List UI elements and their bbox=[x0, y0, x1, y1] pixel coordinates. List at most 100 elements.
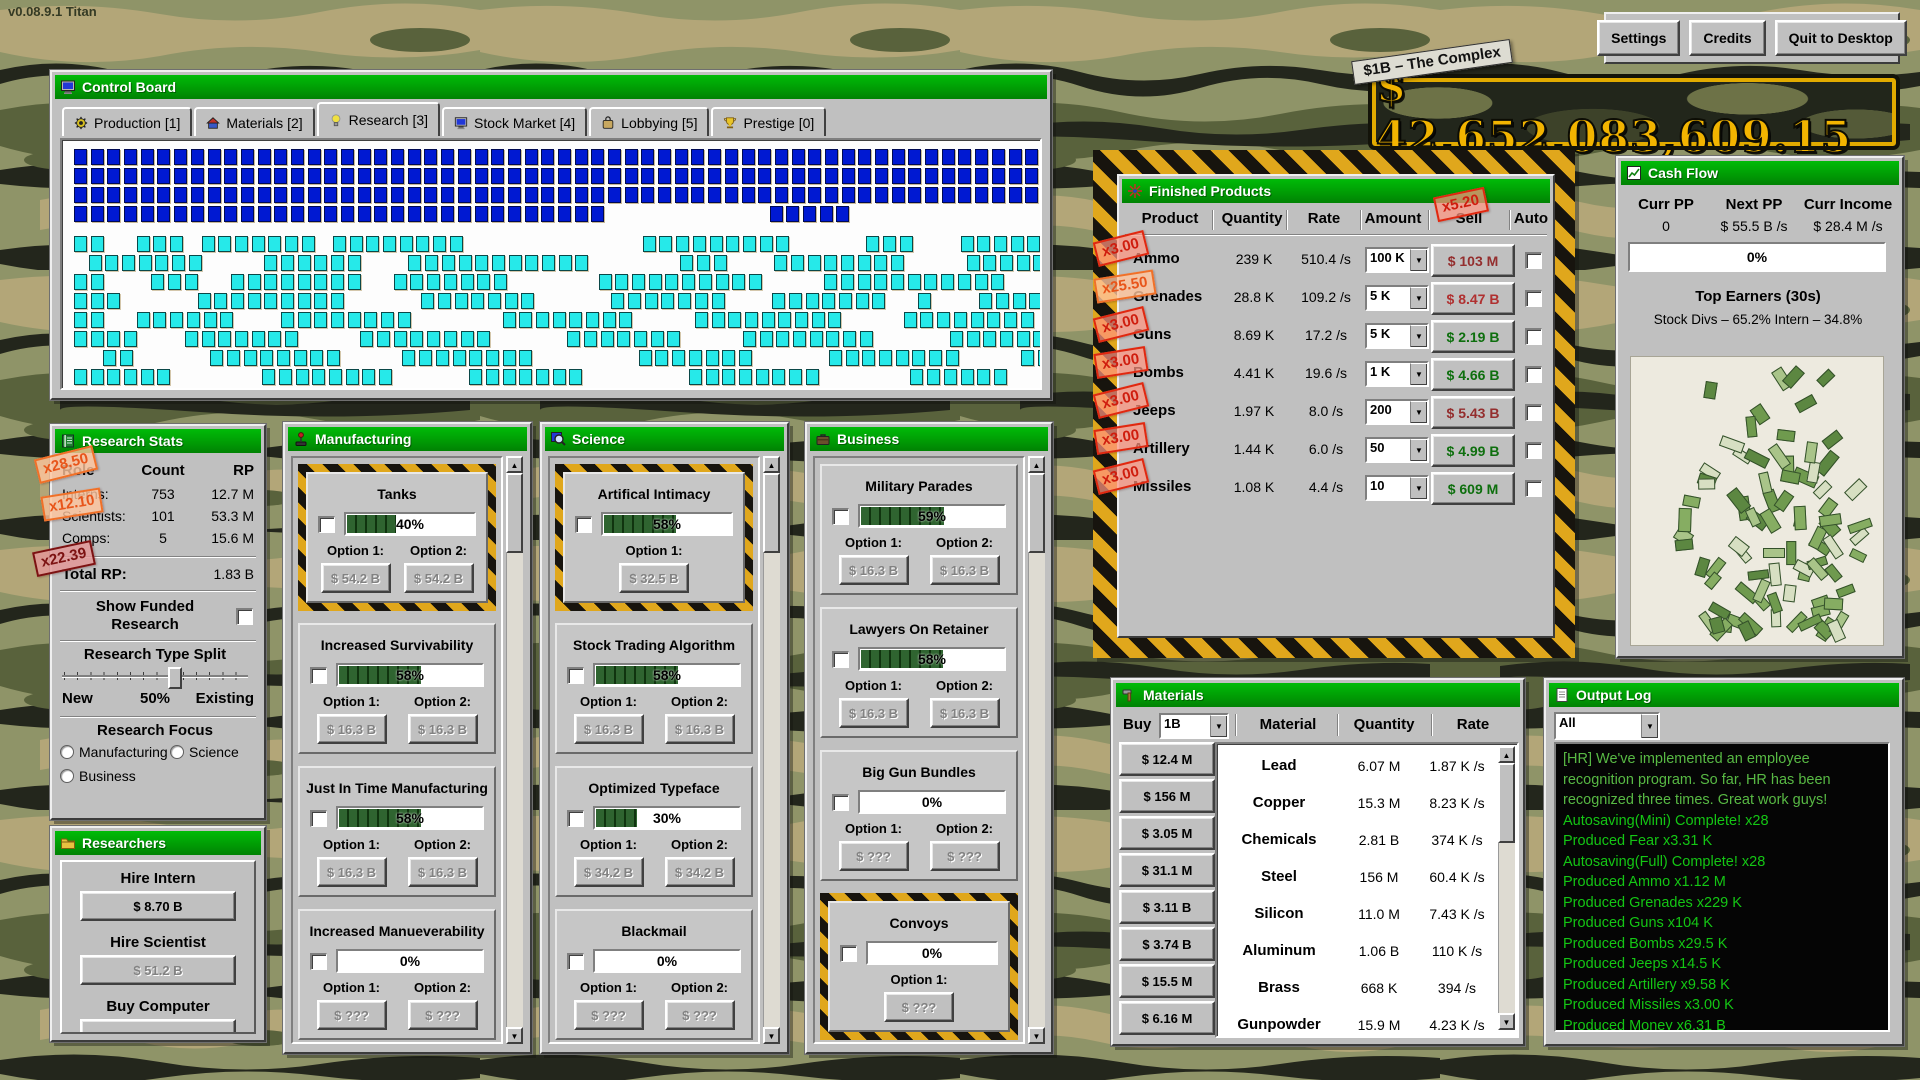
amount-dropdown[interactable]: 50▼ bbox=[1365, 437, 1429, 463]
research-item-checkbox[interactable] bbox=[567, 810, 584, 827]
amount-dropdown[interactable]: 5 K▼ bbox=[1365, 285, 1429, 311]
research-item-checkbox[interactable] bbox=[567, 667, 584, 684]
amount-dropdown[interactable]: 10▼ bbox=[1365, 475, 1429, 501]
option-buy-button[interactable]: $ 16.3 B bbox=[408, 714, 478, 744]
scroll-up-arrow[interactable]: ▲ bbox=[1498, 746, 1515, 763]
amount-dropdown[interactable]: 100 K▼ bbox=[1365, 247, 1429, 273]
tab-research[interactable]: Research [3] bbox=[317, 102, 440, 136]
option-buy-button[interactable]: $ 16.3 B bbox=[408, 857, 478, 887]
focus-option-business[interactable]: Business bbox=[60, 768, 136, 784]
research-item-checkbox[interactable] bbox=[832, 794, 849, 811]
sell-button[interactable]: $ 103 M bbox=[1431, 244, 1515, 277]
buy-material-button[interactable]: $ 31.1 M bbox=[1119, 853, 1215, 887]
option-buy-button[interactable]: $ 16.3 B bbox=[930, 555, 1000, 585]
auto-sell-checkbox[interactable] bbox=[1525, 290, 1542, 307]
option-buy-button[interactable]: $ ??? bbox=[317, 1000, 387, 1030]
sell-button[interactable]: $ 8.47 B bbox=[1431, 282, 1515, 315]
buy-material-button[interactable]: $ 156 M bbox=[1119, 779, 1215, 813]
research-item-checkbox[interactable] bbox=[575, 516, 592, 533]
show-funded-checkbox[interactable] bbox=[236, 608, 253, 625]
scroll-down-arrow[interactable]: ▼ bbox=[763, 1027, 780, 1044]
scroll-down-arrow[interactable]: ▼ bbox=[1498, 1013, 1515, 1030]
sell-button[interactable]: $ 4.99 B bbox=[1431, 434, 1515, 467]
settings-button[interactable]: Settings bbox=[1597, 20, 1680, 56]
research-item-checkbox[interactable] bbox=[832, 651, 849, 668]
option-buy-button[interactable]: $ 16.3 B bbox=[317, 857, 387, 887]
scrollbar[interactable]: ▲▼ bbox=[1498, 746, 1515, 1030]
option-buy-button[interactable]: $ 54.2 B bbox=[404, 563, 474, 593]
credits-button[interactable]: Credits bbox=[1689, 20, 1765, 56]
buy-material-button[interactable]: $ 12.4 M bbox=[1119, 742, 1215, 776]
tab-prestige[interactable]: Prestige [0] bbox=[711, 107, 826, 136]
chevron-down-icon[interactable]: ▼ bbox=[1210, 715, 1227, 737]
radio-icon[interactable] bbox=[170, 745, 184, 759]
option-buy-button[interactable]: $ 34.2 B bbox=[574, 857, 644, 887]
quit-to-desktop-button[interactable]: Quit to Desktop bbox=[1775, 20, 1907, 56]
scrollbar[interactable]: ▲▼ bbox=[763, 456, 780, 1044]
tab-stock[interactable]: Stock Market [4] bbox=[442, 107, 587, 136]
log-filter-dropdown[interactable]: All ▼ bbox=[1554, 712, 1660, 740]
chevron-down-icon[interactable]: ▼ bbox=[1410, 363, 1427, 385]
scroll-up-arrow[interactable]: ▲ bbox=[763, 456, 780, 473]
chevron-down-icon[interactable]: ▼ bbox=[1410, 477, 1427, 499]
auto-sell-checkbox[interactable] bbox=[1525, 252, 1542, 269]
scroll-up-arrow[interactable]: ▲ bbox=[1028, 456, 1045, 473]
research-item-checkbox[interactable] bbox=[567, 953, 584, 970]
amount-dropdown[interactable]: 5 K▼ bbox=[1365, 323, 1429, 349]
scroll-thumb[interactable] bbox=[1498, 763, 1515, 843]
scroll-thumb[interactable] bbox=[763, 473, 780, 553]
scroll-down-arrow[interactable]: ▼ bbox=[1028, 1027, 1045, 1044]
chevron-down-icon[interactable]: ▼ bbox=[1410, 287, 1427, 309]
scrollbar[interactable]: ▲▼ bbox=[1028, 456, 1045, 1044]
focus-option-science[interactable]: Science bbox=[170, 744, 239, 760]
research-item-checkbox[interactable] bbox=[318, 516, 335, 533]
scroll-up-arrow[interactable]: ▲ bbox=[506, 456, 523, 473]
option-buy-button[interactable]: $ ??? bbox=[665, 1000, 735, 1030]
hire-intern-button[interactable]: $ 8.70 B bbox=[80, 891, 236, 921]
research-item-checkbox[interactable] bbox=[832, 508, 849, 525]
option-buy-button[interactable]: $ 16.3 B bbox=[317, 714, 387, 744]
slider-thumb[interactable] bbox=[168, 667, 182, 689]
scroll-thumb[interactable] bbox=[506, 473, 523, 553]
tab-materials[interactable]: Materials [2] bbox=[194, 107, 314, 136]
buy-material-button[interactable]: $ 3.05 M bbox=[1119, 816, 1215, 850]
option-buy-button[interactable]: $ ??? bbox=[839, 841, 909, 871]
tab-production[interactable]: Production [1] bbox=[62, 107, 192, 136]
option-buy-button[interactable]: $ 34.2 B bbox=[665, 857, 735, 887]
buy-material-button[interactable]: $ 3.11 B bbox=[1119, 890, 1215, 924]
auto-sell-checkbox[interactable] bbox=[1525, 480, 1542, 497]
buy-amount-dropdown[interactable]: 1B ▼ bbox=[1159, 713, 1229, 739]
research-item-checkbox[interactable] bbox=[310, 667, 327, 684]
option-buy-button[interactable]: $ ??? bbox=[884, 992, 954, 1022]
auto-sell-checkbox[interactable] bbox=[1525, 328, 1542, 345]
option-buy-button[interactable]: $ ??? bbox=[930, 841, 1000, 871]
hire-scientist-button[interactable]: $ 51.2 B bbox=[80, 955, 236, 985]
radio-icon[interactable] bbox=[60, 745, 74, 759]
buy-computer-button[interactable] bbox=[80, 1019, 236, 1034]
tab-lobbying[interactable]: Lobbying [5] bbox=[589, 107, 709, 136]
option-buy-button[interactable]: $ ??? bbox=[574, 1000, 644, 1030]
amount-dropdown[interactable]: 200▼ bbox=[1365, 399, 1429, 425]
option-buy-button[interactable]: $ ??? bbox=[408, 1000, 478, 1030]
sell-button[interactable]: $ 4.66 B bbox=[1431, 358, 1515, 391]
research-item-checkbox[interactable] bbox=[310, 953, 327, 970]
chevron-down-icon[interactable]: ▼ bbox=[1410, 249, 1427, 271]
chevron-down-icon[interactable]: ▼ bbox=[1410, 439, 1427, 461]
chevron-down-icon[interactable]: ▼ bbox=[1410, 401, 1427, 423]
amount-dropdown[interactable]: 1 K▼ bbox=[1365, 361, 1429, 387]
option-buy-button[interactable]: $ 16.3 B bbox=[665, 714, 735, 744]
option-buy-button[interactable]: $ 16.3 B bbox=[839, 555, 909, 585]
scroll-down-arrow[interactable]: ▼ bbox=[506, 1027, 523, 1044]
buy-material-button[interactable]: $ 6.16 M bbox=[1119, 1001, 1215, 1035]
sell-button[interactable]: $ 609 M bbox=[1431, 472, 1515, 505]
focus-option-manufacturing[interactable]: Manufacturing bbox=[60, 744, 168, 760]
option-buy-button[interactable]: $ 54.2 B bbox=[321, 563, 391, 593]
radio-icon[interactable] bbox=[60, 769, 74, 783]
buy-material-button[interactable]: $ 3.74 B bbox=[1119, 927, 1215, 961]
auto-sell-checkbox[interactable] bbox=[1525, 366, 1542, 383]
option-buy-button[interactable]: $ 16.3 B bbox=[574, 714, 644, 744]
auto-sell-checkbox[interactable] bbox=[1525, 404, 1542, 421]
chevron-down-icon[interactable]: ▼ bbox=[1641, 714, 1658, 738]
auto-sell-checkbox[interactable] bbox=[1525, 442, 1542, 459]
option-buy-button[interactable]: $ 16.3 B bbox=[930, 698, 1000, 728]
